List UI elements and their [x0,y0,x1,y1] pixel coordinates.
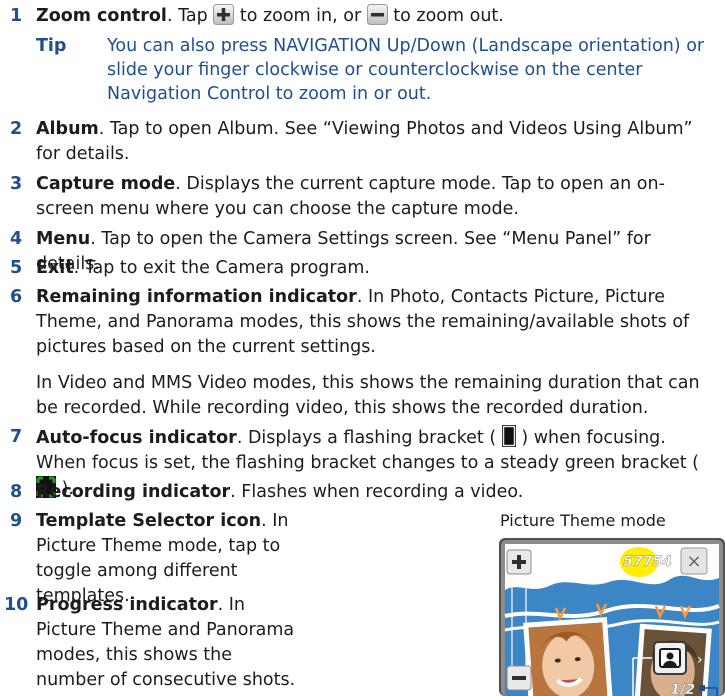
item-text: In Video and MMS Video modes, this shows… [36,373,700,418]
item-number: 3 [10,174,23,194]
item-title: Auto-focus indicator [36,428,237,448]
item-title: Progress indicator [36,595,218,615]
progress-indicator: 1/2 [670,682,695,696]
close-icon: × [686,551,701,572]
tip-text: You can also press NAVIGATION Up/Down (L… [107,36,705,104]
photo-frame-left [523,617,614,696]
item-number: 8 [10,482,23,502]
item-number: 1 [10,6,23,26]
picture-theme-illustration: × 57754 › 1/2 [499,538,725,696]
item-title: Template Selector icon [36,511,262,531]
item-text: Recording indicator. Flashes when record… [36,482,524,502]
item-number: 4 [10,229,23,249]
item-number: 6 [10,287,23,307]
camera-screen-figure: × 57754 › 1/2 [499,538,725,696]
item-title: Remaining information indicator [36,287,357,307]
tip-label: Tip [36,36,67,56]
next-template-icon: › [697,652,703,668]
zoom-in-icon [213,4,235,25]
item-text: Capture mode. Displays the current captu… [36,174,665,219]
item-title: Album [36,119,99,139]
item-number: 10 [4,595,29,615]
item-text: Exit. Tap to exit the Camera program. [36,258,370,278]
item-text: Zoom control. Tap to zoom in, or to zoom… [36,4,504,26]
item-text: Album. Tap to open Album. See “Viewing P… [36,119,693,164]
item-text: Progress indicator. In Picture Theme and… [36,595,296,690]
item-title: Zoom control [36,6,167,26]
item-title: Capture mode [36,174,176,194]
item-title: Recording indicator [36,482,231,502]
tip-block: Tip You can also press NAVIGATION Up/Dow… [0,34,725,109]
zoom-out-icon [366,4,388,25]
figure-caption: Picture Theme mode [500,511,666,530]
list-item: 1 Zoom control. Tap to zoom in, or to zo… [0,4,725,29]
item-number: 2 [10,119,23,139]
item-number: 5 [10,258,23,278]
item-number: 9 [10,511,23,531]
flashing-bracket-icon [501,425,516,447]
remaining-counter: 57754 [623,554,672,570]
item-title: Menu [36,229,91,249]
item-text: Remaining information indicator. In Phot… [36,287,690,357]
item-title: Exit [36,258,74,278]
item-number: 7 [10,427,23,447]
